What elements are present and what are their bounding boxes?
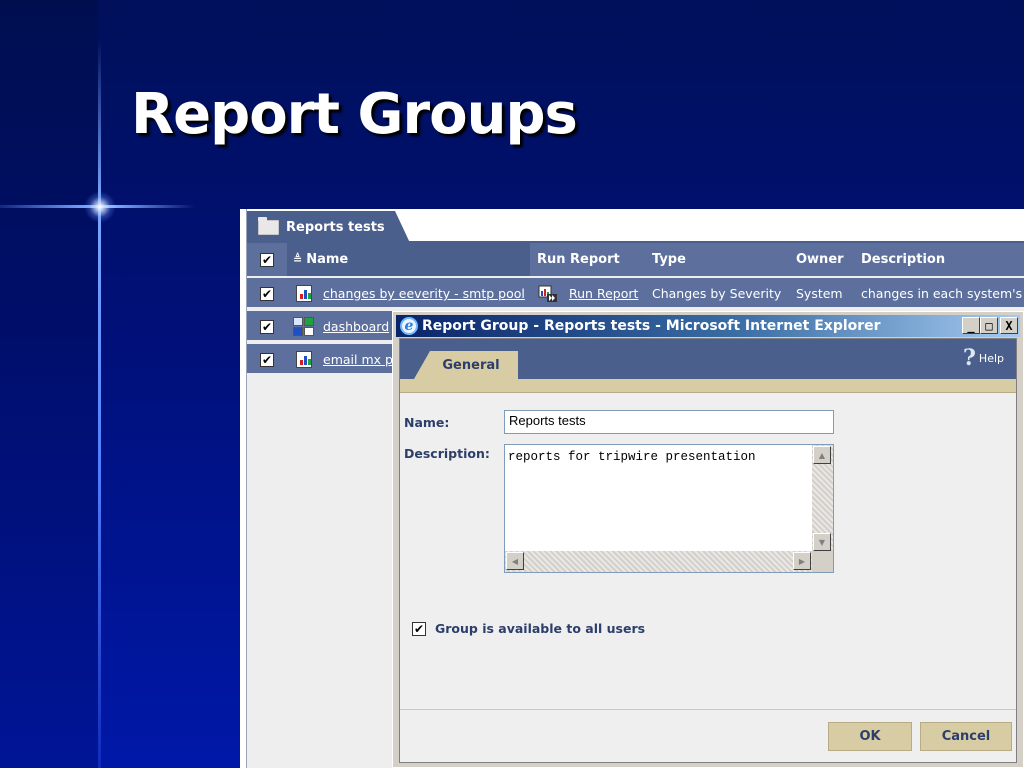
description-text: reports for tripwire presentation [508,450,756,464]
run-report-link[interactable]: Run Report [569,278,638,309]
dialog-title: Report Group - Reports tests - Microsoft… [422,318,881,334]
description-field[interactable]: reports for tripwire presentation ▲ ▼ ◀ … [504,444,834,573]
tab-general[interactable]: General [414,351,518,379]
tab-underline-strip [400,379,1016,393]
horizontal-scrollbar[interactable]: ◀ ▶ [505,551,812,572]
run-report-icon[interactable] [538,278,558,309]
select-all-checkbox[interactable]: ✔ [260,243,274,276]
help-label: Help [978,351,1004,365]
slide-left-band [0,0,98,768]
column-header-description[interactable]: Description [861,243,945,276]
scroll-up-icon[interactable]: ▲ [813,446,831,464]
group-tab-strip: Reports tests [247,209,1024,243]
name-label: Name: [404,415,450,430]
maximize-button[interactable]: □ [980,317,998,334]
group-tab-label: Reports tests [286,219,385,235]
report-owner: System [796,286,843,301]
frame-edge [240,209,247,768]
ok-button[interactable]: OK [828,722,912,751]
cancel-button[interactable]: Cancel [920,722,1012,751]
folder-icon [258,216,279,235]
decorative-vertical-line [98,40,101,768]
report-description: changes in each system's [861,286,1023,301]
sort-ascending-icon: ≜ [293,253,303,266]
scroll-right-icon[interactable]: ▶ [793,552,811,570]
column-header-type[interactable]: Type [652,243,686,276]
name-field[interactable]: Reports tests [504,410,834,434]
report-icon [296,278,312,309]
available-to-all-checkbox[interactable]: ✔ [412,621,426,636]
report-name-link[interactable]: dashboard [323,311,389,342]
slide-title: Report Groups [131,82,578,147]
grid-header: ✔ ≜ Name Run Report Type Owner Descripti… [247,243,1024,276]
close-button[interactable]: X [1000,317,1018,334]
group-tab[interactable]: Reports tests [247,211,410,243]
table-row: ✔ changes by eeverity - smtp pool Run Re… [247,276,1024,307]
dashboard-icon [293,311,315,342]
report-name-link[interactable]: changes by eeverity - smtp pool [323,278,525,309]
internet-explorer-icon: e [400,317,418,335]
scroll-left-icon[interactable]: ◀ [506,552,524,570]
scrollbar-corner [812,551,833,572]
column-header-owner[interactable]: Owner [796,243,844,276]
vertical-scrollbar[interactable]: ▲ ▼ [812,445,833,552]
scroll-down-icon[interactable]: ▼ [813,533,831,551]
report-name-link[interactable]: email mx po [323,344,401,375]
minimize-button[interactable]: _ [962,317,980,334]
report-group-dialog: e Report Group - Reports tests - Microso… [392,311,1024,768]
available-to-all-label: Group is available to all users [435,621,646,636]
column-header-name[interactable]: ≜ Name [293,243,348,276]
dialog-titlebar[interactable]: e Report Group - Reports tests - Microso… [396,315,1020,337]
sparkle-icon [84,191,116,223]
report-icon [296,344,312,375]
help-icon: ? [963,345,976,371]
row-checkbox[interactable]: ✔ [260,344,274,375]
dialog-tab-bar: General ? Help [400,339,1016,379]
row-checkbox[interactable]: ✔ [260,311,274,342]
available-to-all-option[interactable]: ✔ Group is available to all users [412,621,645,636]
dialog-body: General ? Help Name: Reports tests Descr… [399,338,1017,763]
window-buttons: _ □ X [962,317,1018,334]
report-type: Changes by Severity [652,286,782,301]
description-label: Description: [404,446,490,461]
row-checkbox[interactable]: ✔ [260,278,274,309]
help-link[interactable]: ? Help [963,345,1004,371]
column-header-run-report[interactable]: Run Report [537,243,620,276]
dialog-button-bar: OK Cancel [400,709,1016,762]
